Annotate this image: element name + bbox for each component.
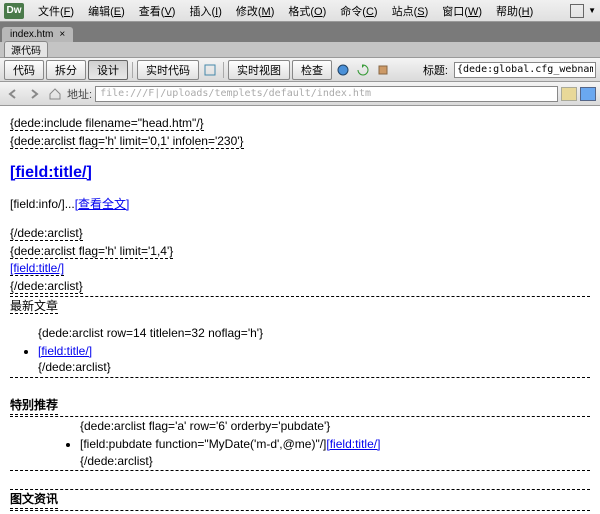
tab-label: index.htm bbox=[10, 29, 53, 40]
inspect-button[interactable]: 检查 bbox=[292, 60, 332, 80]
list: [field:pubdate function="MyDate('m-d',@m… bbox=[10, 436, 590, 470]
code-button[interactable]: 代码 bbox=[4, 60, 44, 80]
list: [field:title/] {/dede:arclist} bbox=[10, 343, 590, 377]
layout-icon[interactable] bbox=[570, 4, 584, 18]
close-icon[interactable]: × bbox=[59, 29, 65, 40]
separator bbox=[223, 62, 224, 78]
divider bbox=[10, 489, 590, 490]
livecode-button[interactable]: 实时代码 bbox=[137, 60, 199, 80]
design-button[interactable]: 设计 bbox=[88, 60, 128, 80]
address-label: 地址: bbox=[67, 86, 92, 102]
list-item: [field:title/] {/dede:arclist} bbox=[38, 343, 590, 377]
back-icon[interactable] bbox=[4, 85, 22, 103]
menu-window[interactable]: 窗口(W) bbox=[436, 1, 488, 21]
field-title-link[interactable]: [field:title/] bbox=[10, 261, 64, 276]
menu-modify[interactable]: 修改(M) bbox=[230, 1, 281, 21]
home-icon[interactable] bbox=[46, 85, 64, 103]
menu-help[interactable]: 帮助(H) bbox=[490, 1, 539, 21]
section-heading: 图文资讯 bbox=[10, 491, 58, 509]
template-tag: {/dede:arclist} bbox=[38, 360, 111, 374]
menu-format[interactable]: 格式(O) bbox=[282, 1, 332, 21]
template-tag: {dede:arclist row=14 titlelen=32 noflag=… bbox=[38, 326, 263, 340]
template-text: [field:pubdate function="MyDate('m-d',@m… bbox=[80, 437, 326, 451]
tab-index[interactable]: index.htm × bbox=[2, 27, 73, 42]
menu-edit[interactable]: 编辑(E) bbox=[82, 1, 131, 21]
address-input[interactable] bbox=[95, 86, 558, 102]
forward-icon[interactable] bbox=[25, 85, 43, 103]
download-icon[interactable] bbox=[580, 87, 596, 101]
inspect-icon[interactable] bbox=[201, 61, 219, 79]
menu-view[interactable]: 查看(V) bbox=[133, 1, 182, 21]
readmore-link[interactable]: [查看全文] bbox=[75, 197, 130, 211]
list-item: [field:pubdate function="MyDate('m-d',@m… bbox=[80, 436, 590, 470]
address-toolbar: 地址: bbox=[0, 82, 600, 106]
divider bbox=[10, 416, 590, 417]
menu-site[interactable]: 站点(S) bbox=[386, 1, 435, 21]
menu-insert[interactable]: 插入(I) bbox=[183, 1, 227, 21]
folder-icon[interactable] bbox=[561, 87, 577, 101]
divider bbox=[10, 510, 590, 511]
book-icon[interactable] bbox=[374, 61, 392, 79]
field-title-link[interactable]: [field:title/] bbox=[38, 344, 92, 358]
template-tag: {dede:include filename="head.htm"/} bbox=[10, 116, 204, 131]
field-title-link[interactable]: [field:title/] bbox=[10, 164, 92, 181]
chevron-down-icon[interactable]: ▼ bbox=[588, 6, 596, 15]
template-tag: {dede:arclist flag='a' row='6' orderby='… bbox=[80, 419, 330, 433]
title-input[interactable] bbox=[454, 62, 596, 78]
document-tabbar: index.htm × bbox=[0, 22, 600, 42]
menubar: Dw 文件(F) 编辑(E) 查看(V) 插入(I) 修改(M) 格式(O) 命… bbox=[0, 0, 600, 22]
design-view[interactable]: {dede:include filename="head.htm"/} {ded… bbox=[0, 106, 600, 514]
source-bar: 源代码 bbox=[0, 42, 600, 58]
menu-file[interactable]: 文件(F) bbox=[32, 1, 80, 21]
template-tag: {dede:arclist flag='h' limit='1,4'} bbox=[10, 244, 173, 259]
liveview-button[interactable]: 实时视图 bbox=[228, 60, 290, 80]
split-button[interactable]: 拆分 bbox=[46, 60, 86, 80]
app-logo: Dw bbox=[4, 3, 24, 19]
divider bbox=[10, 296, 590, 297]
separator bbox=[132, 62, 133, 78]
refresh-icon[interactable] bbox=[354, 61, 372, 79]
title-label: 标题: bbox=[423, 62, 448, 78]
section-heading: 特别推荐 bbox=[10, 397, 58, 415]
view-toolbar: 代码 拆分 设计 实时代码 实时视图 检查 标题: bbox=[0, 58, 600, 82]
template-tag: {/dede:arclist} bbox=[10, 226, 83, 241]
template-tag: {/dede:arclist} bbox=[10, 279, 83, 294]
tab-source[interactable]: 源代码 bbox=[4, 41, 48, 58]
menu-command[interactable]: 命令(C) bbox=[334, 1, 383, 21]
field-title-link[interactable]: [field:title/] bbox=[326, 437, 380, 451]
section-label: 最新文章 bbox=[10, 299, 58, 314]
template-tag: {/dede:arclist} bbox=[80, 454, 153, 468]
template-text: [field:info/]... bbox=[10, 197, 75, 211]
globe-icon[interactable] bbox=[334, 61, 352, 79]
template-tag: {dede:arclist flag='h' limit='0,1' infol… bbox=[10, 134, 244, 149]
